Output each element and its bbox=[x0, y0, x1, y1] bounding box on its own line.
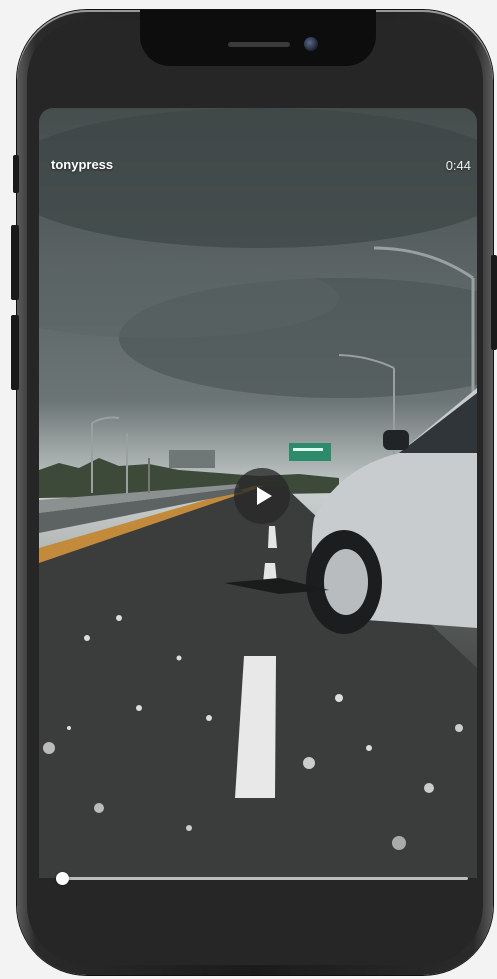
front-camera bbox=[304, 37, 318, 51]
power-button bbox=[491, 255, 497, 350]
video-duration: 0:44 bbox=[445, 158, 471, 173]
progress-bar[interactable] bbox=[56, 872, 468, 885]
play-icon bbox=[256, 487, 272, 505]
phone-notch bbox=[140, 10, 376, 66]
earpiece-speaker bbox=[228, 42, 290, 47]
volume-down-button bbox=[11, 315, 19, 390]
progress-scrubber[interactable] bbox=[56, 872, 69, 885]
player-controls-bar bbox=[39, 878, 477, 944]
volume-up-button bbox=[11, 225, 19, 300]
video-player[interactable]: tonypress 0:44 bbox=[39, 108, 477, 878]
silent-switch bbox=[13, 155, 19, 193]
video-username[interactable]: tonypress bbox=[51, 157, 113, 172]
play-button[interactable] bbox=[234, 468, 290, 524]
